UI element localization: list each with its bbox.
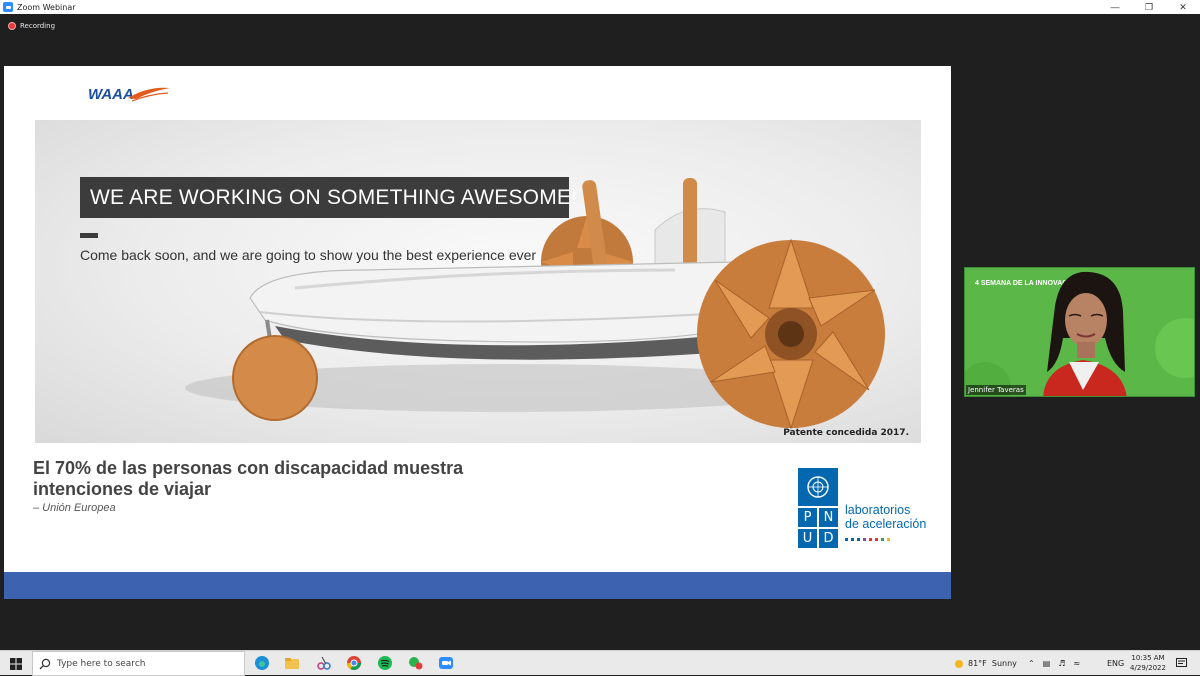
svg-text:WAAA: WAAA [88,86,134,103]
messaging-app-icon[interactable] [408,655,424,671]
clock-time: 10:35 AM [1131,654,1165,662]
statistic-line-1: El 70% de las personas con discapacidad … [33,458,464,478]
participant-video[interactable]: 4 SEMANA DE LA INNOVACIÓN Jennifer Taver… [964,267,1195,397]
undp-letter: U [798,529,817,548]
search-placeholder: Type here to search [57,658,146,669]
window-titlebar: Zoom Webinar — ❐ ✕ [0,0,1200,14]
undp-letter: D [819,529,838,548]
recording-indicator[interactable]: Recording [8,22,55,30]
undp-text-line-2: de aceleración [845,517,927,531]
spotify-icon[interactable] [377,655,393,671]
patent-caption: Patente concedida 2017. [783,428,909,438]
search-icon [39,658,51,669]
restore-icon[interactable]: ❐ [1132,0,1166,14]
volume-icon[interactable]: ♬ [1058,659,1065,668]
record-icon [8,22,16,30]
window-controls: — ❐ ✕ [1098,0,1200,14]
participant-video-frame: 4 SEMANA DE LA INNOVACIÓN [965,268,1194,396]
undp-color-dots [845,538,890,541]
taskbar: Type here to search 81°F Sunny ⌃ ▤ ♬ ≈ E… [0,650,1200,676]
notifications-icon[interactable] [1176,651,1187,676]
headline-text: WE ARE WORKING ON SOMETHING AWESOME! [90,185,578,209]
waaa-logo: WAAA [88,86,170,103]
undp-text-line-1: laboratorios [845,503,911,517]
weather-text: 81°F Sunny [968,659,1017,668]
taskbar-search-box[interactable]: Type here to search [32,651,245,676]
participant-name: Jennifer Taveras [966,385,1026,395]
clock-date: 4/29/2022 [1130,664,1166,672]
subheadline-text: Come back soon, and we are going to show… [80,247,537,263]
zoom-taskbar-icon[interactable] [438,655,454,671]
divider [80,233,98,238]
un-emblem-icon [798,468,838,506]
start-button[interactable] [0,651,32,676]
undp-letter: N [819,508,838,527]
undp-logo: P N U D laboratorios de aceleración [798,468,930,550]
clock[interactable]: 10:35 AM 4/29/2022 [1126,653,1170,673]
wifi-icon[interactable]: ≈ [1073,659,1080,668]
weather-widget[interactable]: 81°F Sunny [954,651,1017,676]
window-title: Zoom Webinar [17,2,76,12]
undp-letter: P [798,508,817,527]
chrome-icon[interactable] [346,655,362,671]
close-icon[interactable]: ✕ [1166,0,1200,14]
statistic-line-2: intenciones de viajar [33,479,212,499]
system-tray-icons: ⌃ ▤ ♬ ≈ [1028,651,1080,676]
windows-icon [10,657,22,670]
headline-banner: WE ARE WORKING ON SOMETHING AWESOME! [80,177,577,218]
amphibious-vehicle-illustration [185,178,885,430]
shared-slide: WAAA WE ARE WORKING ON SOMETHING AWESOME… [4,66,951,599]
recording-label: Recording [20,22,56,30]
zoom-app-icon [3,2,13,12]
file-explorer-icon[interactable] [284,655,300,671]
slide-footer-bar [4,572,951,599]
language-indicator[interactable]: ENG [1107,651,1124,676]
statistic-text: El 70% de las personas con discapacidad … [33,458,553,500]
statistic-source: – Unión Europea [33,502,116,514]
edge-icon[interactable] [254,655,270,671]
sun-icon [955,659,963,668]
network-icon[interactable]: ▤ [1043,659,1051,668]
minimize-icon[interactable]: — [1098,0,1132,14]
snipping-tool-icon[interactable] [316,655,332,671]
chevron-up-icon[interactable]: ⌃ [1028,659,1035,668]
hero-image: WE ARE WORKING ON SOMETHING AWESOME! Com… [35,120,921,443]
